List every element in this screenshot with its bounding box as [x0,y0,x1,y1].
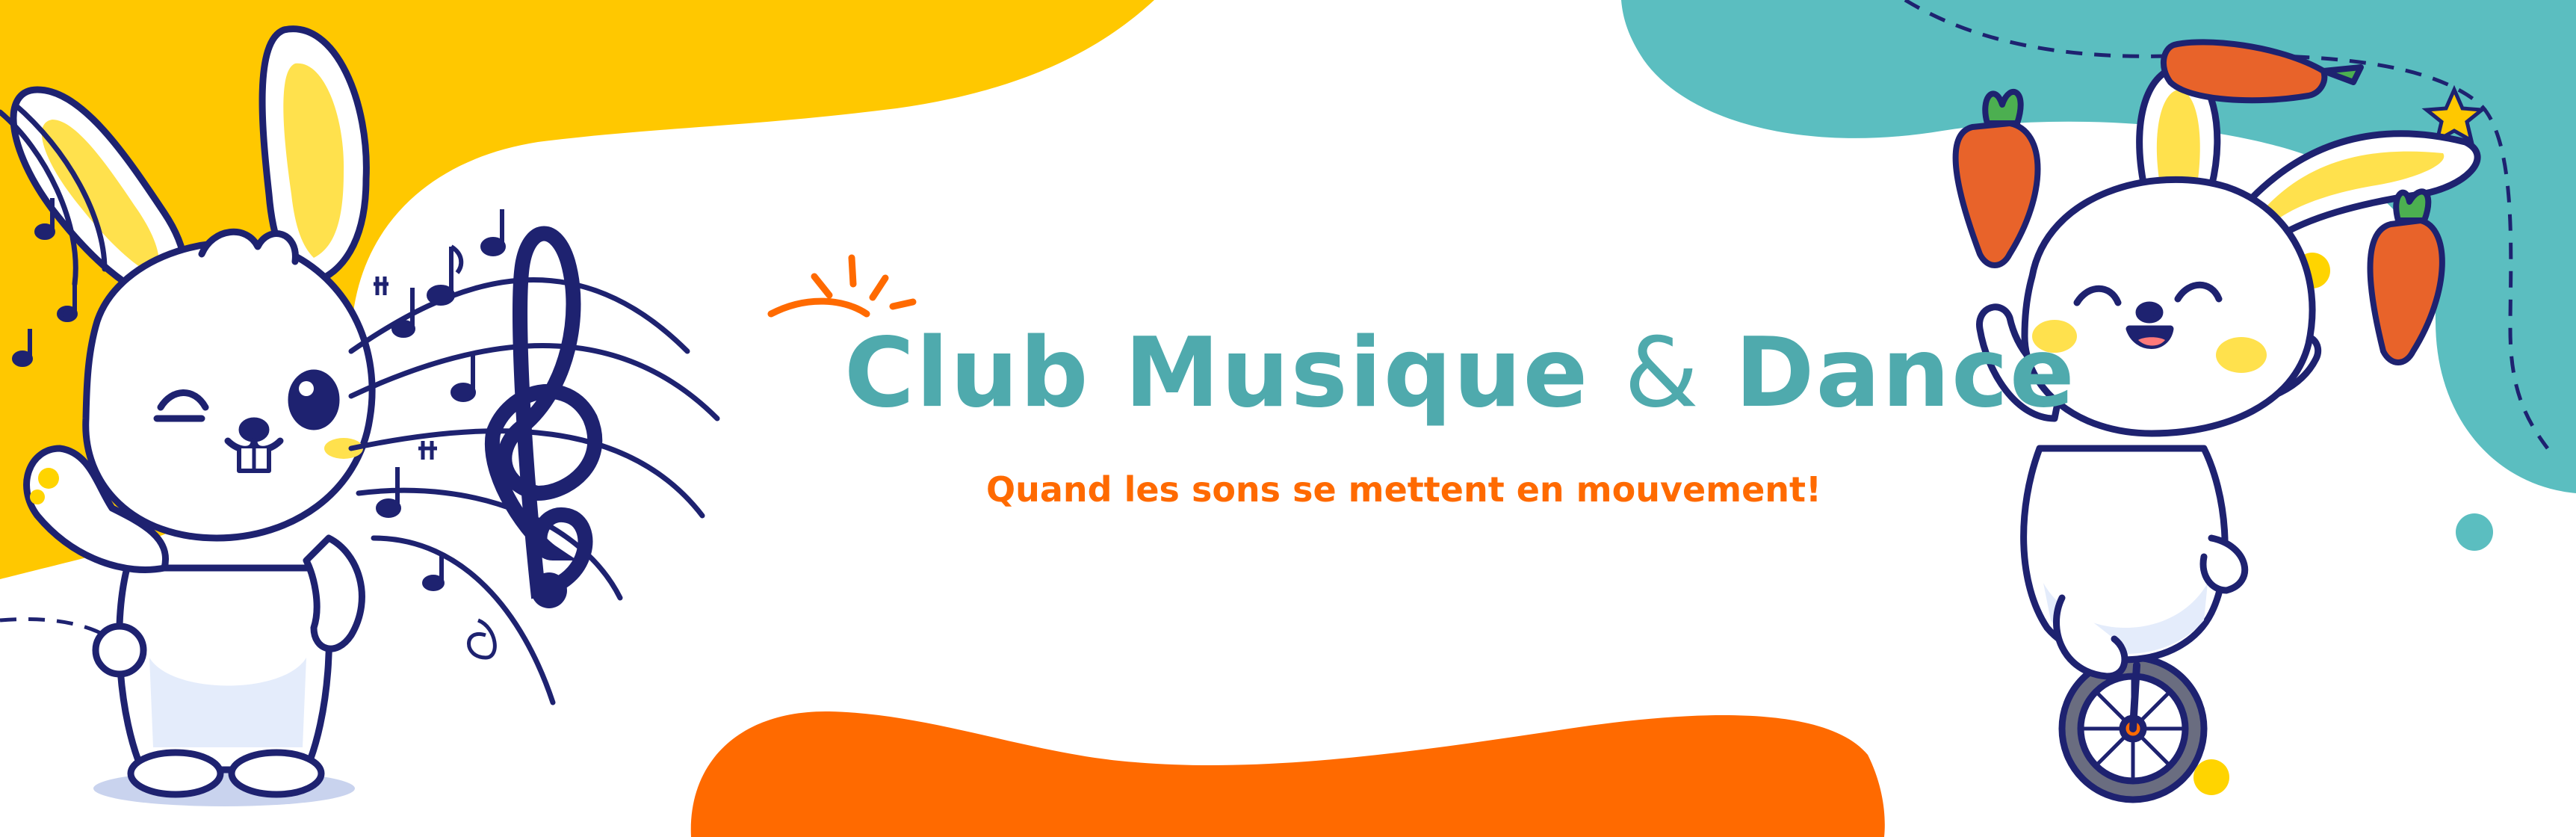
music-note-small [374,277,497,660]
treble-clef-icon [484,226,603,599]
title-ampersand: & [1623,318,1700,429]
treble-clef-dot [531,572,567,608]
title-club-musique: Club Musique [844,318,1590,429]
sun-rays-icon [767,254,917,318]
yellow-dot-bottom [2193,759,2229,795]
teal-dot [2456,513,2493,551]
tagline: Quand les sons se mettent en mouvement! [986,469,1821,510]
title-dance: Dance [1735,318,2076,429]
banner: Club Musique & Dance Quand les sons se m… [0,0,2576,837]
unicycle-icon [2058,654,2208,803]
page-title: Club Musique & Dance [844,318,2076,429]
orange-blob [690,711,1885,837]
bunny-unicycle [1976,64,2481,803]
